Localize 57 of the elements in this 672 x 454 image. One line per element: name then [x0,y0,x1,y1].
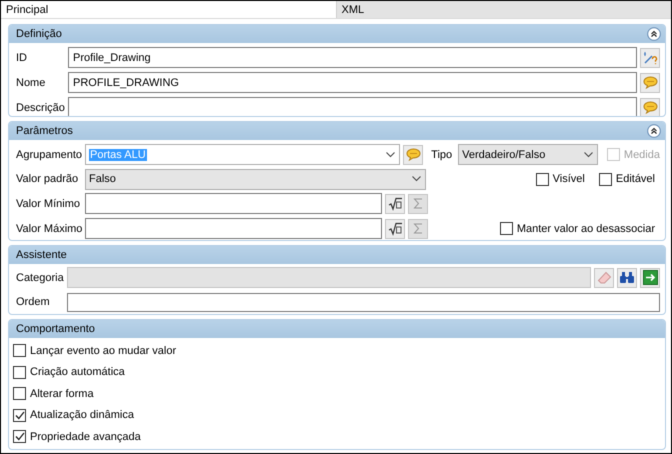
speech-bubble-icon [642,76,658,89]
square-root-icon [388,196,402,210]
formula-button[interactable] [385,218,405,238]
field-label: Valor Mínimo [16,198,81,210]
go-button[interactable] [640,268,660,288]
field-label: ID [16,52,28,64]
checkbox[interactable]: Alterar forma [13,387,94,400]
checkbox[interactable]: Visível [536,172,585,186]
text-field[interactable] [85,218,382,239]
speech-bubble-icon [406,148,421,161]
tab[interactable]: XML [336,1,671,18]
section-header: Parâmetros [9,122,665,140]
section-header: Definição [9,25,665,43]
field-label: Agrupamento [16,148,82,160]
field-label: Valor Máximo [16,222,82,234]
checkmark-icon [14,432,24,442]
checkbox[interactable]: Manter valor ao desassociar [500,222,655,235]
checkbox[interactable]: Propriedade avançada [13,430,141,444]
sigma-icon [413,223,423,234]
text-field[interactable] [68,97,637,116]
eraser-icon [596,270,612,284]
field-label: Ordem [16,296,51,308]
field-label: Nome [16,76,46,88]
dropdown-field[interactable]: Falso [85,168,426,190]
text-field[interactable] [85,193,382,214]
binoculars-icon [619,271,635,284]
field-label: Descrição [16,102,65,114]
field-button[interactable] [640,98,660,116]
arrow-right-icon [642,270,658,285]
checkbox[interactable]: Editável [598,172,655,186]
text-field[interactable]: PROFILE_DRAWING [68,72,637,93]
field-label: Categoria [16,272,64,284]
search-button[interactable] [617,268,637,288]
text-field[interactable]: Profile_Drawing [68,47,637,68]
collapse-icon[interactable] [647,27,661,41]
checkmark-icon [14,410,24,420]
field-label: Valor padrão [16,173,80,185]
collapse-icon[interactable] [647,124,661,138]
sigma-icon [413,198,423,209]
checkbox[interactable]: Atualização dinâmica [13,408,134,422]
formula-button[interactable] [385,194,405,214]
dropdown-caret-icon [386,152,396,158]
section-header: Assistente [9,246,665,264]
checkbox[interactable]: Lançar evento ao mudar valor [13,344,176,358]
translate-button[interactable] [403,144,424,164]
section-header: Comportamento [9,320,665,338]
checkbox[interactable]: Criação automática [13,366,125,379]
text-field[interactable] [67,292,660,312]
field-label: Tipo [431,148,454,160]
field-button[interactable] [640,48,660,68]
dropdown-caret-icon [584,152,593,158]
speech-bubble-icon [642,101,658,114]
square-root-icon [388,222,402,236]
dropdown-caret-icon [412,176,421,182]
question-wand-icon [642,50,658,65]
dropdown-field[interactable]: Verdadeiro/Falso [458,144,598,165]
field-button[interactable] [640,72,660,92]
